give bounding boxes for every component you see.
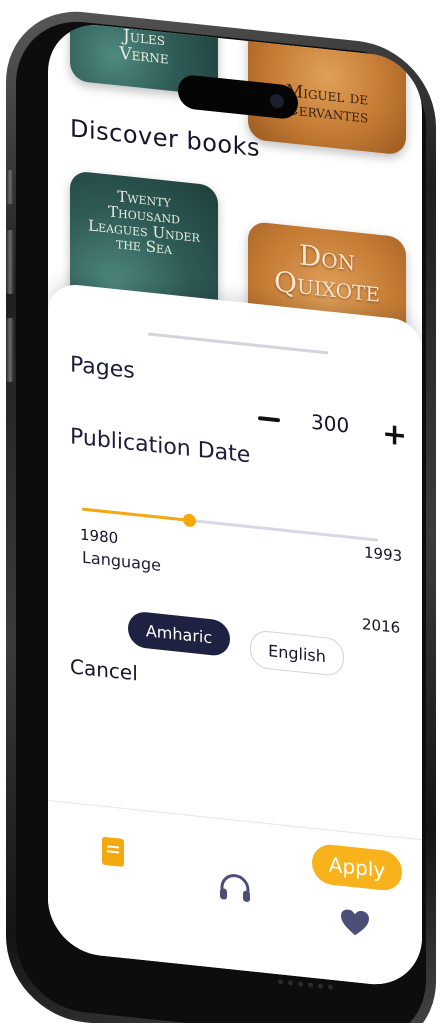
pages-value: 300 bbox=[311, 409, 350, 438]
app-screen: Jules Verne Miguel de Cervantes Discover… bbox=[48, 20, 422, 990]
decrement-button[interactable] bbox=[258, 416, 280, 423]
book-icon[interactable] bbox=[102, 836, 124, 867]
phone-mockup: Jules Verne Miguel de Cervantes Discover… bbox=[0, 0, 441, 1023]
phone-volume-down bbox=[6, 318, 14, 382]
language-chip-amharic[interactable]: Amharic bbox=[128, 610, 230, 658]
pages-label: Pages bbox=[70, 352, 135, 385]
year-range-slider[interactable] bbox=[82, 507, 378, 542]
sheet-handle[interactable] bbox=[148, 332, 328, 355]
phone-silent-switch bbox=[6, 170, 14, 204]
language-chip-english[interactable]: English bbox=[250, 629, 344, 678]
camera-icon bbox=[270, 93, 284, 109]
language-label: Language bbox=[82, 547, 161, 575]
year-selected-label: 1993 bbox=[364, 543, 403, 566]
cancel-button[interactable]: Cancel bbox=[70, 654, 138, 685]
increment-button[interactable]: + bbox=[382, 416, 407, 454]
headphones-icon[interactable] bbox=[218, 871, 252, 905]
slider-fill bbox=[82, 507, 189, 522]
year-max-label: 2016 bbox=[362, 615, 401, 638]
phone-volume-up bbox=[6, 230, 14, 294]
apply-button[interactable]: Apply bbox=[312, 842, 402, 893]
heart-icon[interactable] bbox=[340, 908, 370, 939]
year-min-label: 1980 bbox=[80, 525, 119, 548]
book-title-label: Don Quixote bbox=[274, 238, 380, 310]
book-title-label: Twenty Thousand Leagues Under the Sea bbox=[88, 187, 200, 259]
section-title: Discover books bbox=[70, 114, 260, 163]
slider-thumb[interactable] bbox=[182, 513, 196, 528]
filter-sheet: Pages 300 + Publication Date 1993 1980 L… bbox=[48, 282, 422, 882]
publication-date-label: Publication Date bbox=[70, 424, 251, 469]
